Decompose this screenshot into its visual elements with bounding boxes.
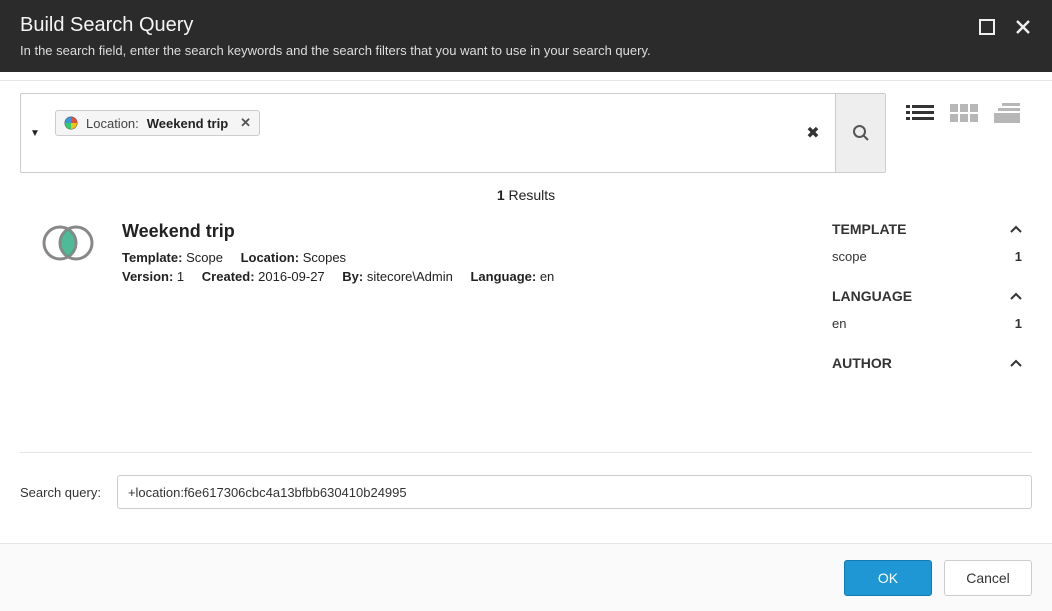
chevron-up-icon <box>1010 222 1022 238</box>
results-scroll[interactable]: ▼ Location: Weekend trip ✕ ✖ <box>20 93 1032 452</box>
search-icon <box>852 124 870 142</box>
facet-panel: TEMPLATE scope 1 LANGUAGE <box>832 221 1022 393</box>
dialog-footer: OK Cancel <box>0 543 1052 611</box>
facet-language-item[interactable]: en 1 <box>832 314 1022 333</box>
facet-author-header[interactable]: AUTHOR <box>832 355 1022 371</box>
search-button[interactable] <box>835 94 885 172</box>
search-query-input[interactable] <box>117 475 1032 509</box>
result-line-1: Template: Scope Location: Scopes <box>122 250 554 265</box>
results-count: 1 Results <box>20 173 1032 221</box>
maximize-icon[interactable] <box>978 18 996 39</box>
clear-search-icon[interactable]: ✖ <box>791 94 835 172</box>
result-title: Weekend trip <box>122 221 554 242</box>
filter-tag-value: Weekend trip <box>147 116 228 131</box>
ok-button[interactable]: OK <box>844 560 932 596</box>
search-query-label: Search query: <box>20 485 101 500</box>
result-item[interactable]: Weekend trip Template: Scope Location: S… <box>40 221 792 393</box>
search-box: ▼ Location: Weekend trip ✕ ✖ <box>20 93 886 173</box>
chevron-up-icon <box>1010 289 1022 305</box>
filter-tag-location[interactable]: Location: Weekend trip ✕ <box>55 110 260 136</box>
facet-template-header[interactable]: TEMPLATE <box>832 221 1022 237</box>
location-filter-icon <box>64 116 78 130</box>
filter-tag-remove-icon[interactable]: ✕ <box>240 115 251 131</box>
close-icon[interactable] <box>1014 18 1032 39</box>
search-input-area[interactable]: Location: Weekend trip ✕ <box>49 94 791 172</box>
dialog-subtitle: In the search field, enter the search ke… <box>20 43 978 58</box>
search-dropdown-trigger[interactable]: ▼ <box>21 94 49 172</box>
chevron-up-icon <box>1010 356 1022 372</box>
facet-template-item[interactable]: scope 1 <box>832 247 1022 266</box>
result-line-2: Version: 1 Created: 2016-09-27 By: sitec… <box>122 269 554 284</box>
cancel-button[interactable]: Cancel <box>944 560 1032 596</box>
facet-language-header[interactable]: LANGUAGE <box>832 288 1022 304</box>
view-switcher <box>906 93 1022 126</box>
dialog-titlebar: Build Search Query In the search field, … <box>0 0 1052 72</box>
filter-tag-label: Location: <box>86 116 139 131</box>
view-stack-icon[interactable] <box>994 103 1022 126</box>
scope-icon <box>40 223 96 279</box>
view-grid-icon[interactable] <box>950 103 978 126</box>
view-list-icon[interactable] <box>906 103 934 126</box>
dialog-title: Build Search Query <box>20 14 978 37</box>
